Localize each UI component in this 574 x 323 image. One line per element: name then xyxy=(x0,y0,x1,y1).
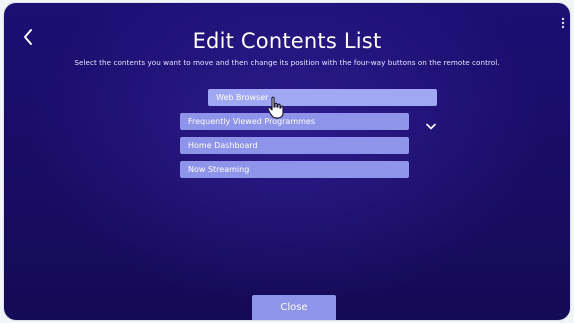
list-item-now-streaming[interactable]: Now Streaming xyxy=(180,161,409,178)
page-instructions: Select the contents you want to move and… xyxy=(74,58,500,67)
list-item-label: Frequently Viewed Programmes xyxy=(188,117,315,126)
list-item-label: Now Streaming xyxy=(188,165,250,174)
chevron-down-icon[interactable] xyxy=(425,116,437,130)
list-item-home-dashboard[interactable]: Home Dashboard xyxy=(180,137,409,154)
list-item-label: Home Dashboard xyxy=(188,141,258,150)
list-item-frequently-viewed[interactable]: Frequently Viewed Programmes xyxy=(180,113,409,130)
list-item-web-browser[interactable]: Web Browser xyxy=(208,89,437,106)
page-title: Edit Contents List xyxy=(192,29,382,53)
list-item-label: Web Browser xyxy=(216,93,269,102)
close-button[interactable]: Close xyxy=(252,295,336,320)
hand-pointer-icon xyxy=(266,96,286,120)
edit-contents-screen: Edit Contents List Select the contents y… xyxy=(4,3,570,320)
